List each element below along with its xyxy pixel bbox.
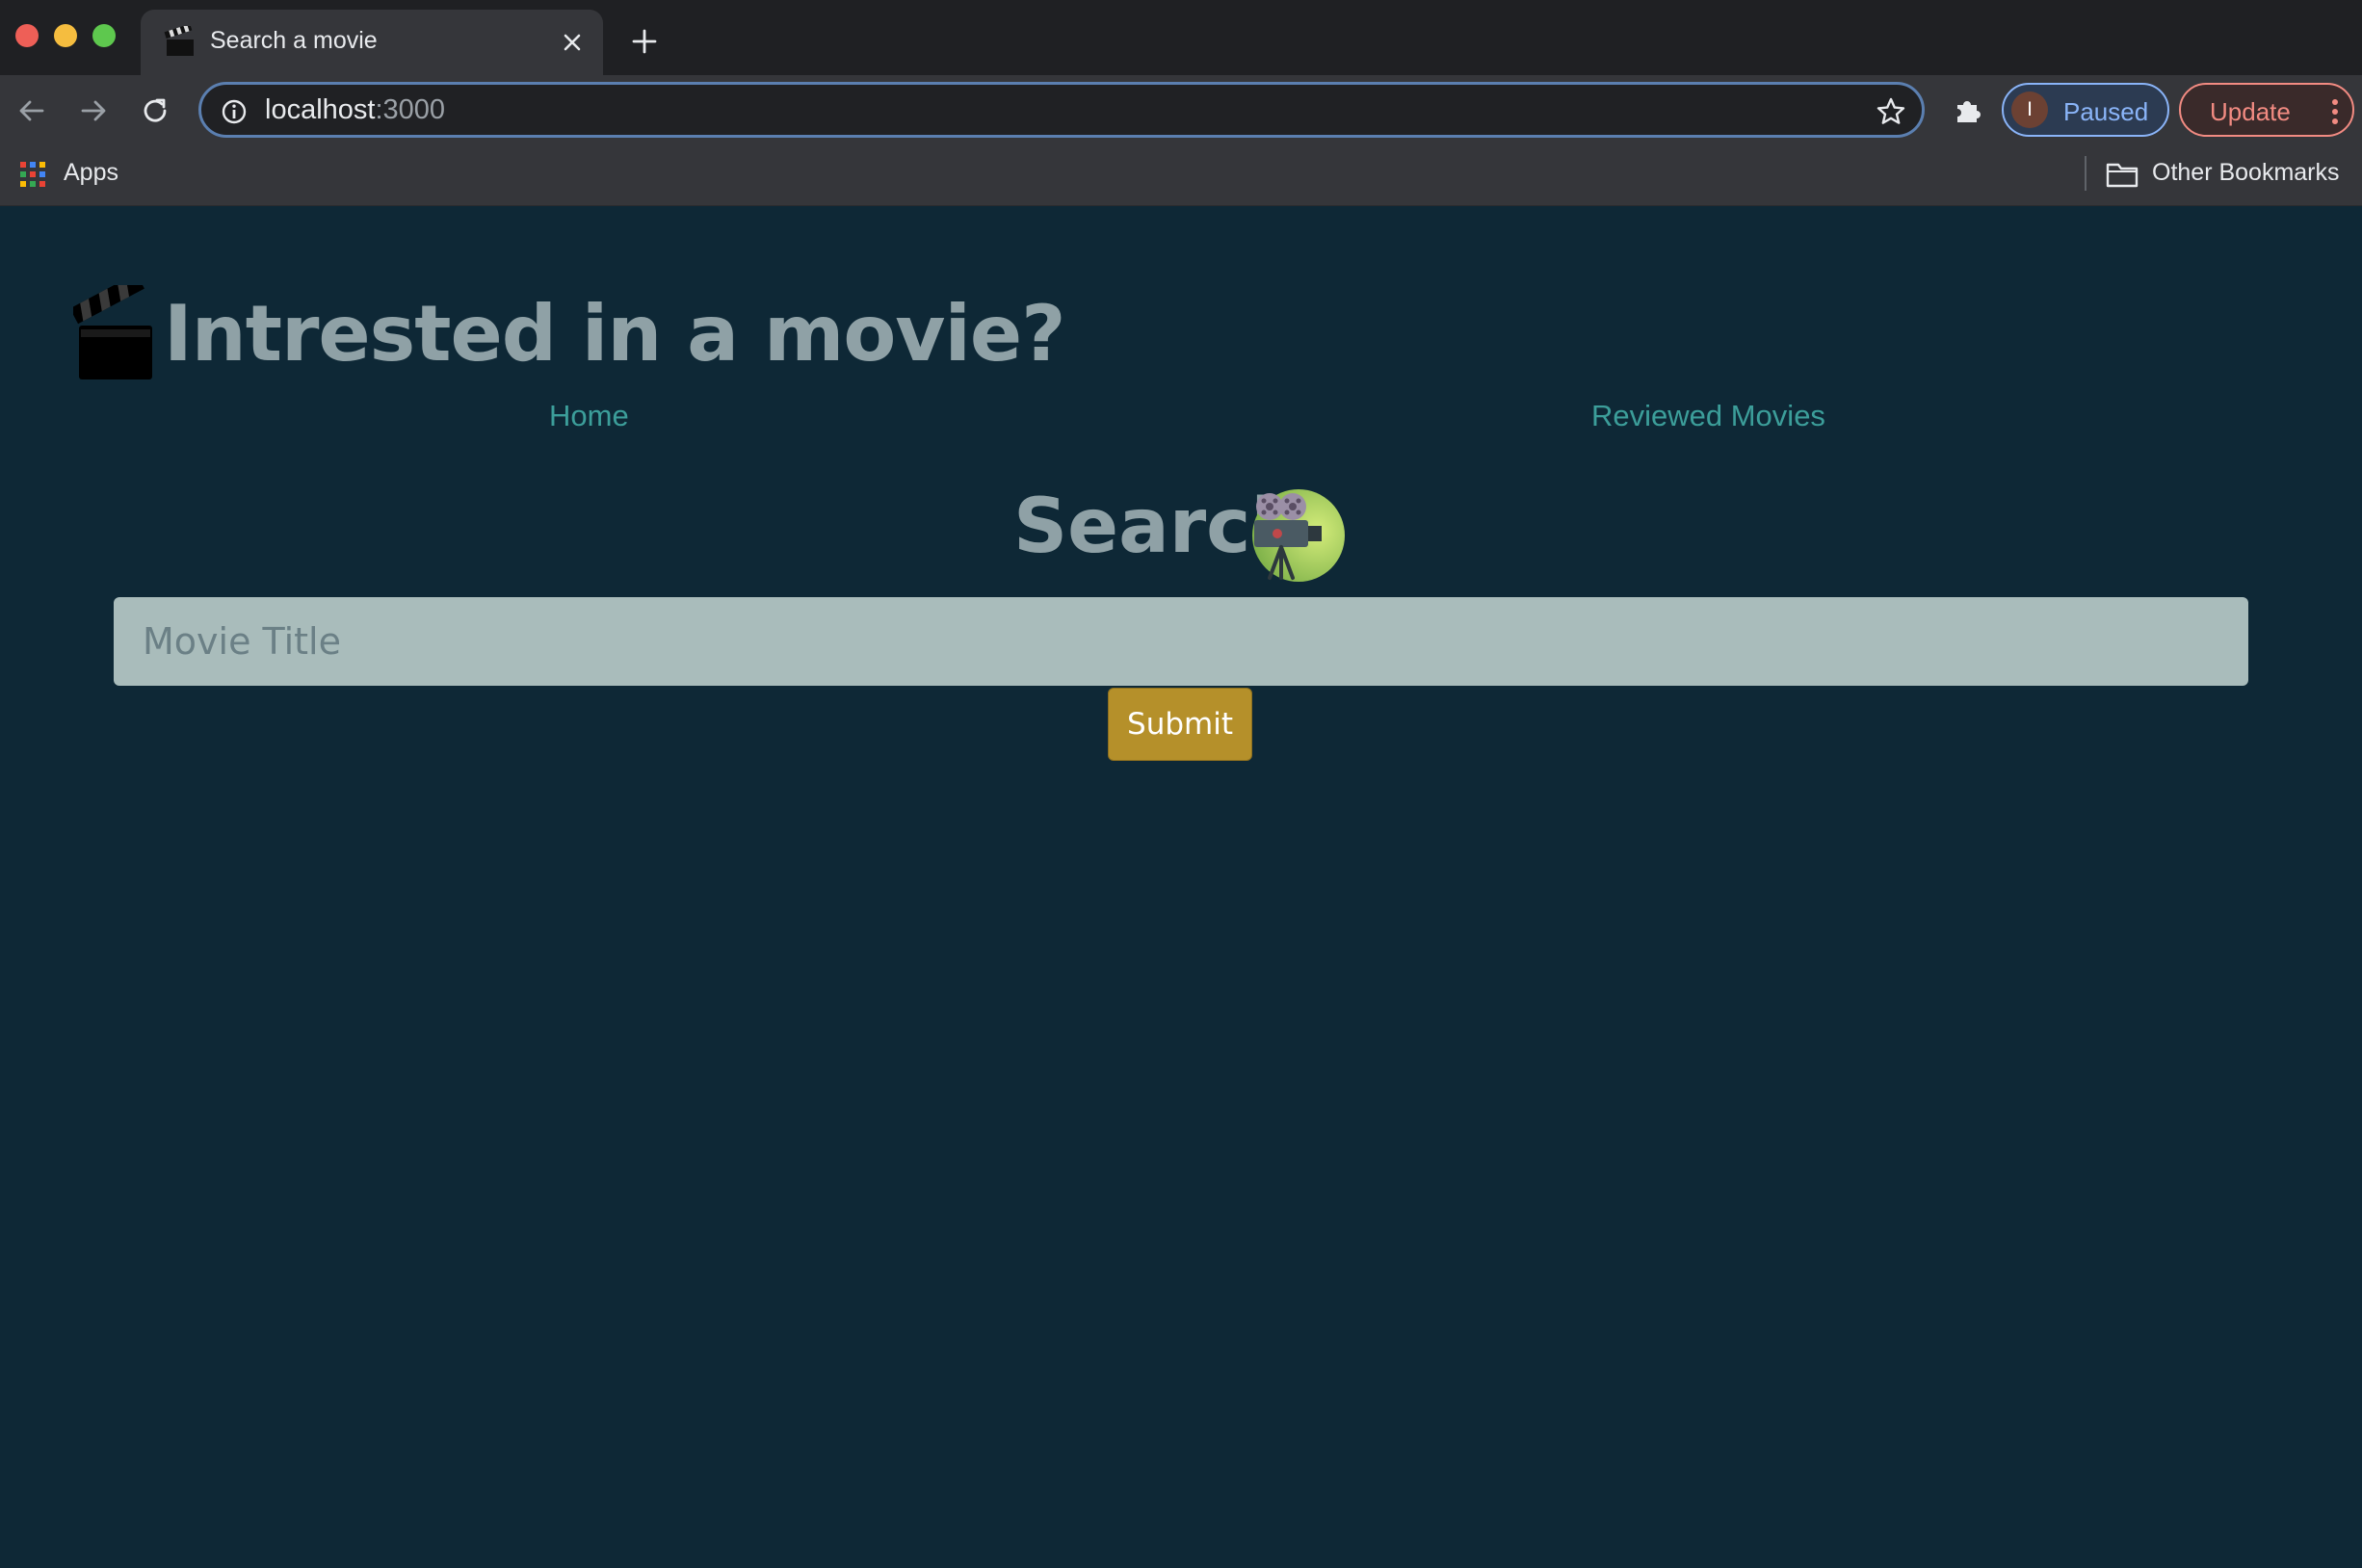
browser-tab-bar: Search a movie <box>0 0 2362 75</box>
folder-icon[interactable] <box>2106 160 2139 189</box>
more-vert-icon[interactable] <box>2331 98 2339 125</box>
profile-button[interactable]: I Paused <box>2002 83 2169 137</box>
close-icon[interactable] <box>561 31 584 54</box>
browser-tab-active[interactable]: Search a movie <box>141 10 603 75</box>
other-bookmarks-link[interactable]: Other Bookmarks <box>2152 159 2340 187</box>
extensions-puzzle-icon[interactable] <box>1952 93 1984 126</box>
back-arrow-icon[interactable] <box>15 94 48 127</box>
update-button[interactable]: Update <box>2179 83 2354 137</box>
nav-link-reviewed-movies[interactable]: Reviewed Movies <box>1591 399 1825 433</box>
avatar: I <box>2011 91 2048 128</box>
apps-link[interactable]: Apps <box>64 159 118 187</box>
window-close-button[interactable] <box>15 24 39 47</box>
url-port: :3000 <box>375 94 446 125</box>
plus-icon[interactable] <box>630 27 659 56</box>
movie-projector-icon <box>1252 489 1345 582</box>
window-minimize-button[interactable] <box>54 24 77 47</box>
bookmarks-divider <box>2085 156 2086 191</box>
bookmark-star-icon[interactable] <box>1876 96 1906 127</box>
movie-title-input[interactable] <box>114 597 2248 686</box>
forward-arrow-icon[interactable] <box>77 94 110 127</box>
url-text[interactable]: localhost:3000 <box>265 94 445 126</box>
clapperboard-icon <box>164 26 194 56</box>
submit-button[interactable]: Submit <box>1108 688 1252 761</box>
page-content: Intrested in a movie? Home Reviewed Movi… <box>0 206 2362 1568</box>
info-icon[interactable] <box>221 98 248 125</box>
url-host: localhost <box>265 94 376 125</box>
clapperboard-icon <box>73 285 152 379</box>
browser-toolbar: localhost:3000 I Paused Update <box>0 75 2362 144</box>
window-maximize-button[interactable] <box>92 24 116 47</box>
nav-link-home[interactable]: Home <box>549 399 629 433</box>
tab-title: Search a movie <box>210 27 378 54</box>
update-label: Update <box>2210 97 2291 126</box>
reload-icon[interactable] <box>139 94 171 127</box>
apps-grid-icon[interactable] <box>19 161 46 188</box>
page-title: Intrested in a movie? <box>164 289 1066 379</box>
address-bar[interactable]: localhost:3000 <box>198 82 1925 138</box>
bookmarks-bar: Apps Other Bookmarks <box>0 144 2362 206</box>
profile-status-label: Paused <box>2063 97 2149 126</box>
